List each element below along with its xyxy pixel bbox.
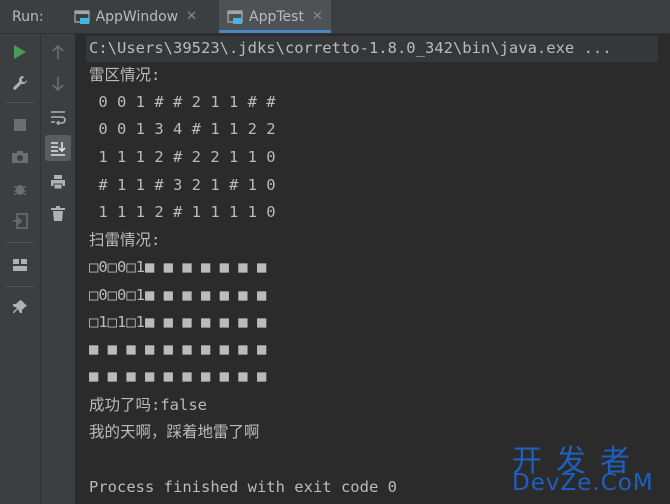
console-line: 我的天啊，踩着地雷了啊 — [89, 423, 260, 441]
tab-apptest[interactable]: AppTest ✕ — [219, 0, 331, 33]
close-icon[interactable]: ✕ — [312, 9, 323, 24]
console-line: 雷区情况: — [89, 66, 161, 84]
clear-all-button[interactable] — [45, 201, 71, 227]
tab-label: AppTest — [249, 8, 304, 25]
close-icon[interactable]: ✕ — [186, 9, 197, 24]
stop-button[interactable] — [7, 112, 33, 138]
rerun-button[interactable] — [7, 39, 33, 65]
console-line-command: C:\Users\39523\.jdks\corretto-1.8.0_342\… — [89, 39, 612, 57]
console-line: 0 0 1 # # 2 1 1 # # — [89, 93, 276, 111]
print-button[interactable] — [45, 169, 71, 195]
scroll-to-end-icon — [51, 142, 66, 156]
camera-icon — [12, 151, 28, 163]
run-icon — [14, 45, 26, 59]
down-stack-button[interactable] — [45, 71, 71, 97]
console-output[interactable]: C:\Users\39523\.jdks\corretto-1.8.0_342\… — [76, 34, 670, 504]
console-line: ■ ■ ■ ■ ■ ■ ■ ■ ■ ■ — [89, 340, 267, 358]
restore-layout-button[interactable] — [7, 252, 33, 278]
tab-label: AppWindow — [95, 8, 179, 25]
arrow-down-icon — [52, 77, 64, 92]
pin-icon — [13, 300, 27, 313]
login-icon — [13, 213, 28, 229]
tab-appwindow[interactable]: AppWindow ✕ — [66, 0, 205, 33]
wrench-icon — [13, 76, 27, 90]
trash-icon — [51, 206, 65, 221]
soft-wrap-button[interactable] — [45, 104, 71, 130]
console-line-exit: Process finished with exit code 0 — [89, 478, 397, 496]
console-line: 0 0 1 3 4 # 1 1 2 2 — [89, 120, 276, 138]
soft-wrap-icon — [51, 111, 66, 125]
console-line: 1 1 1 2 # 2 2 1 1 0 — [89, 148, 276, 166]
console-line: □0□0□1■ ■ ■ ■ ■ ■ ■ — [89, 286, 267, 304]
run-actions-toolbar — [0, 34, 41, 504]
console-line: # 1 1 # 3 2 1 # 1 0 — [89, 176, 276, 194]
console-line: 扫雷情况: — [89, 231, 161, 249]
print-icon — [51, 175, 65, 190]
console-line: □1□1□1■ ■ ■ ■ ■ ■ ■ — [89, 313, 267, 331]
watermark-logo-en: DevZe.CoM — [512, 470, 654, 496]
up-stack-button[interactable] — [45, 39, 71, 65]
debug-button[interactable] — [7, 176, 33, 202]
debug-bug-icon — [13, 185, 27, 196]
settings-button[interactable] — [7, 70, 33, 96]
dump-threads-button[interactable] — [7, 144, 33, 170]
exit-button[interactable] — [7, 208, 33, 234]
layout-icon — [13, 259, 27, 271]
run-label: Run: — [12, 8, 44, 25]
stop-icon — [14, 119, 26, 131]
console-line: ■ ■ ■ ■ ■ ■ ■ ■ ■ ■ — [89, 367, 267, 385]
scroll-to-end-button[interactable] — [45, 135, 71, 161]
console-actions-toolbar — [41, 34, 76, 504]
pin-tab-button[interactable] — [7, 294, 33, 320]
arrow-up-icon — [52, 44, 64, 59]
app-window-icon — [73, 9, 90, 24]
console-line: 1 1 1 2 # 1 1 1 1 0 — [89, 203, 276, 221]
console-line: 成功了吗:false — [89, 396, 207, 414]
run-tool-window-header: Run: AppWindow ✕ AppTest ✕ — [0, 0, 670, 34]
console-line: □0□0□1■ ■ ■ ■ ■ ■ ■ — [89, 258, 267, 276]
app-window-icon — [227, 9, 243, 24]
